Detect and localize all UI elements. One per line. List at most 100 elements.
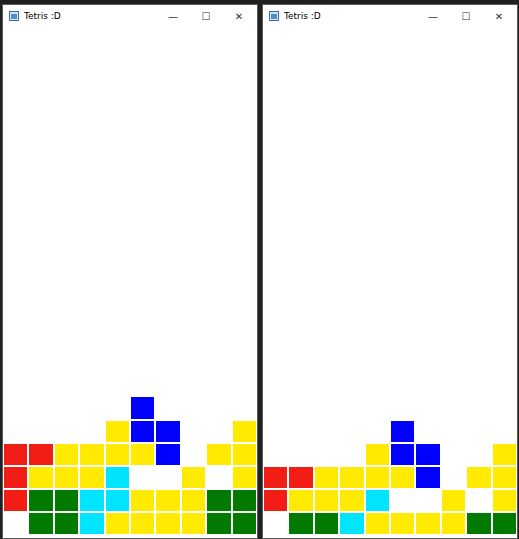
empty-cell [314,96,339,119]
empty-cell [263,96,288,119]
empty-cell [365,420,390,443]
empty-cell [206,258,231,281]
empty-cell [155,73,180,96]
block-cell [206,512,231,535]
empty-cell [466,96,491,119]
empty-cell [339,119,364,142]
empty-cell [415,396,440,419]
block-cell [28,443,53,466]
empty-cell [3,304,28,327]
empty-cell [54,350,79,373]
empty-cell [314,27,339,50]
block-cell [492,443,517,466]
empty-cell [415,420,440,443]
empty-cell [441,96,466,119]
empty-cell [288,258,313,281]
empty-cell [415,281,440,304]
empty-cell [105,96,130,119]
minimize-button[interactable]: — [159,11,187,22]
empty-cell [365,96,390,119]
empty-cell [105,304,130,327]
close-button[interactable]: ✕ [485,11,513,22]
empty-cell [79,327,104,350]
close-button[interactable]: ✕ [225,11,253,22]
empty-cell [365,304,390,327]
empty-cell [288,166,313,189]
block-cell [206,489,231,512]
empty-cell [232,166,257,189]
window-title: Tetris :D [284,11,414,21]
empty-cell [441,235,466,258]
empty-cell [3,327,28,350]
empty-cell [105,50,130,73]
empty-cell [365,142,390,165]
title-bar[interactable]: Tetris :D — ☐ ✕ [263,5,517,27]
empty-cell [339,50,364,73]
empty-cell [28,327,53,350]
empty-cell [365,27,390,50]
empty-cell [28,96,53,119]
empty-cell [263,166,288,189]
empty-cell [263,420,288,443]
empty-cell [339,73,364,96]
empty-cell [232,27,257,50]
empty-cell [206,27,231,50]
empty-cell [365,212,390,235]
empty-cell [466,420,491,443]
empty-cell [288,327,313,350]
empty-cell [54,396,79,419]
block-cell [365,466,390,489]
empty-cell [181,235,206,258]
empty-cell [390,50,415,73]
empty-cell [314,119,339,142]
empty-cell [314,189,339,212]
empty-cell [130,281,155,304]
block-cell [105,420,130,443]
empty-cell [105,27,130,50]
empty-cell [415,304,440,327]
block-cell [130,512,155,535]
empty-cell [181,281,206,304]
block-cell [314,466,339,489]
empty-cell [155,350,180,373]
empty-cell [466,373,491,396]
app-icon [269,11,279,21]
empty-cell [314,166,339,189]
block-cell [105,466,130,489]
empty-cell [339,420,364,443]
empty-cell [466,27,491,50]
empty-cell [441,281,466,304]
empty-cell [79,27,104,50]
empty-cell [263,50,288,73]
title-bar[interactable]: Tetris :D—☐✕ [3,5,257,27]
empty-cell [441,327,466,350]
block-cell [288,466,313,489]
empty-cell [263,350,288,373]
empty-cell [492,119,517,142]
block-cell [390,443,415,466]
block-cell [206,443,231,466]
empty-cell [365,50,390,73]
empty-cell [79,73,104,96]
empty-cell [79,281,104,304]
block-cell [232,512,257,535]
game-board [3,27,257,538]
block-cell [181,466,206,489]
empty-cell [206,166,231,189]
maximize-button[interactable]: ☐ [192,11,220,22]
empty-cell [206,189,231,212]
empty-cell [441,166,466,189]
block-cell [181,489,206,512]
minimize-button[interactable]: — [419,11,447,22]
empty-cell [314,443,339,466]
empty-cell [466,189,491,212]
empty-cell [466,396,491,419]
empty-cell [441,119,466,142]
empty-cell [390,396,415,419]
empty-cell [415,235,440,258]
block-cell [54,512,79,535]
empty-cell [3,142,28,165]
maximize-button[interactable]: ☐ [452,11,480,22]
empty-cell [232,258,257,281]
empty-cell [288,443,313,466]
